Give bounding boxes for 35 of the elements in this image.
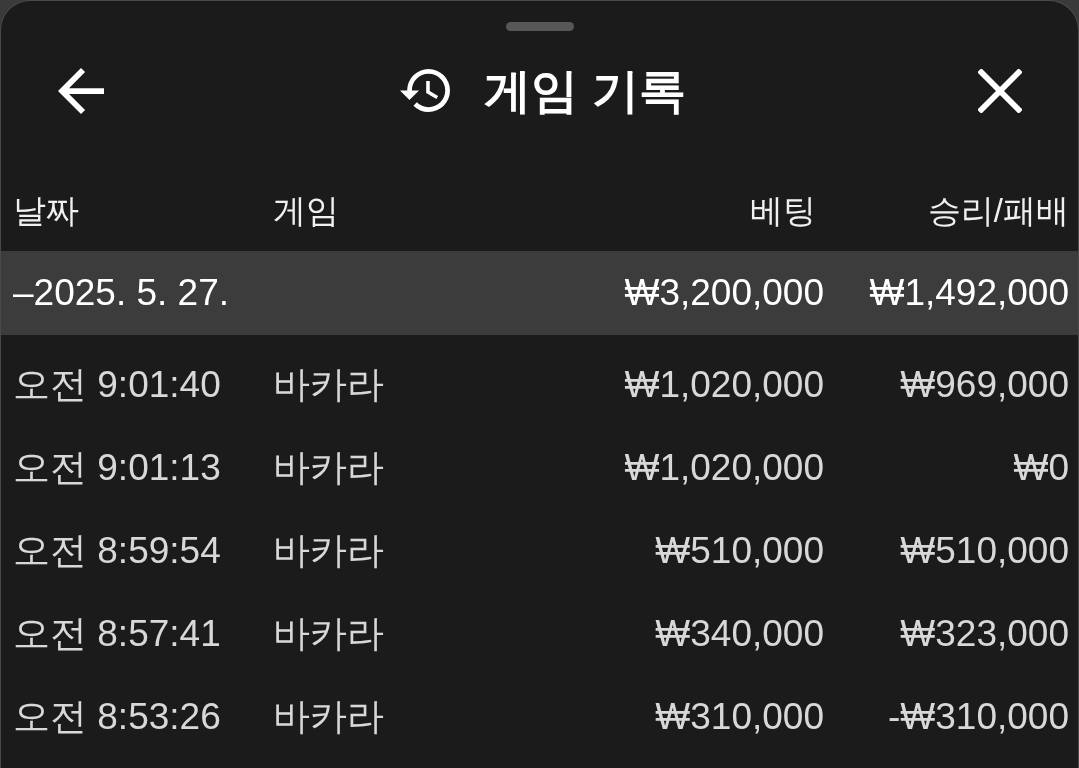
game-cell-text: 바카라 xyxy=(273,445,384,490)
bet-cell: ₩310,000 xyxy=(655,695,824,738)
back-button[interactable] xyxy=(58,68,104,114)
group-bet-total: ₩3,200,000 xyxy=(624,272,824,314)
game-cell-text: 바카라 xyxy=(273,362,384,407)
game-cell-text: 바카라 xyxy=(273,694,384,739)
back-arrow-icon xyxy=(58,68,104,114)
close-button[interactable] xyxy=(978,69,1022,113)
time-cell-text: 오전 8:59:54 xyxy=(13,528,221,573)
bet-cell: ₩510,000 xyxy=(655,529,824,572)
result-cell: -₩310,000 xyxy=(888,695,1069,738)
time-cell-text: 오전 8:57:41 xyxy=(13,611,221,656)
time-cell-text: 오전 9:01:40 xyxy=(13,362,221,407)
game-cell-text: 바카라 xyxy=(273,611,384,656)
time-cell-text: 오전 9:01:13 xyxy=(13,445,221,490)
game-cell-text: 바카라 xyxy=(273,528,384,573)
group-result-total: ₩1,492,000 xyxy=(869,272,1069,314)
result-cell: ₩510,000 xyxy=(900,529,1069,572)
column-header[interactable]: 승리/패배 xyxy=(927,188,1069,234)
bet-cell: ₩1,020,000 xyxy=(624,363,824,406)
time-cell-text: 오전 8:53:26 xyxy=(13,694,221,739)
column-header[interactable]: 베팅 xyxy=(750,188,824,234)
result-cell: ₩969,000 xyxy=(900,363,1069,406)
sheet-title: 게임 기록 xyxy=(484,62,686,119)
drag-handle[interactable] xyxy=(505,22,574,31)
close-icon xyxy=(978,69,1022,113)
result-cell: ₩323,000 xyxy=(900,612,1069,655)
group-date: –2025. 5. 27. xyxy=(13,272,230,314)
bet-cell: ₩1,020,000 xyxy=(624,446,824,489)
result-cell: ₩0 xyxy=(1013,446,1069,489)
column-header[interactable]: 날짜 xyxy=(13,188,79,234)
column-header[interactable]: 게임 xyxy=(273,188,339,234)
bet-cell: ₩340,000 xyxy=(655,612,824,655)
date-group-row[interactable]: –2025. 5. 27. ₩3,200,000 ₩1,492,000 xyxy=(1,251,1078,335)
history-icon xyxy=(400,69,451,113)
